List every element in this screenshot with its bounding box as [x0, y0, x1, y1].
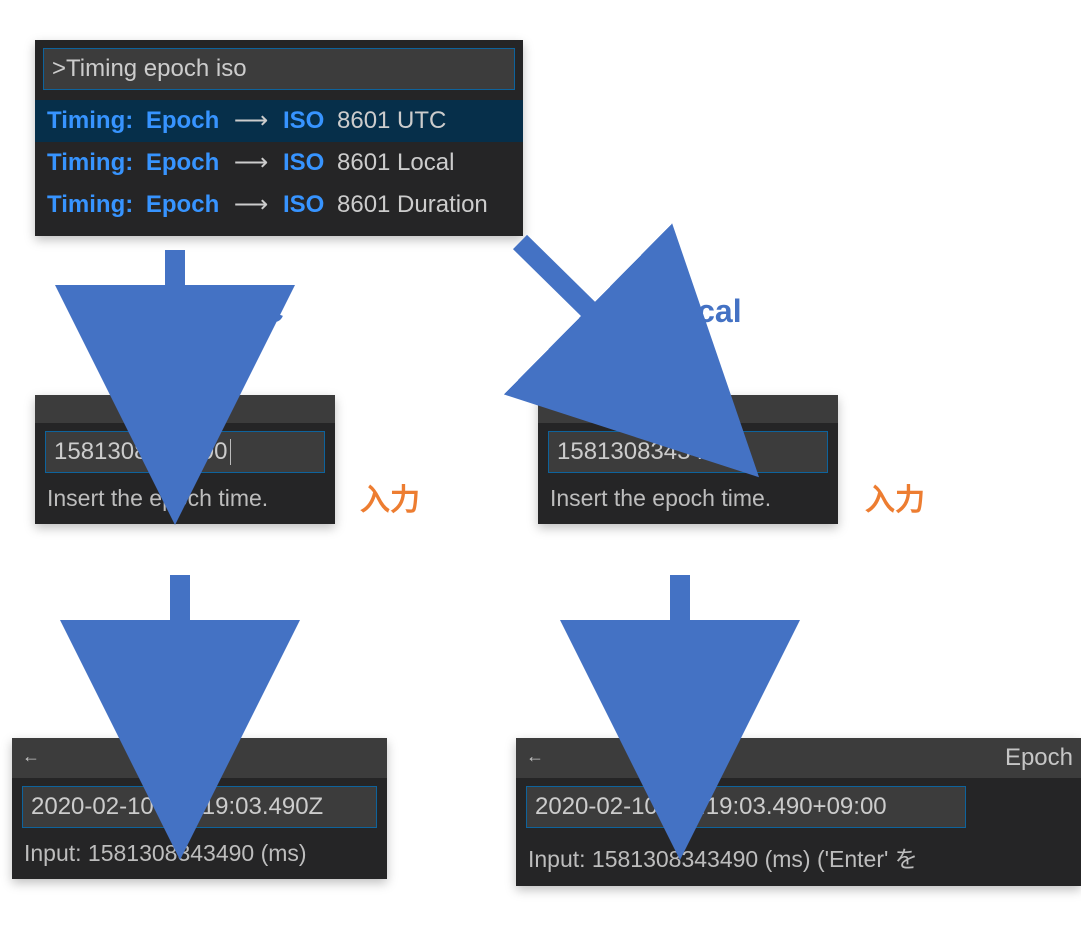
command-palette-suggestions: Timing: Epoch ⟶ ISO 8601 UTC Timing: Epo…: [35, 94, 523, 236]
panel-titlebar: ←: [12, 738, 387, 778]
local-epoch-input-value: 1581308343490: [557, 438, 731, 466]
suggestion-row[interactable]: Timing: Epoch ⟶ ISO 8601 Duration: [35, 184, 523, 226]
utc-result-help: Input: 1581308343490 (ms): [12, 834, 387, 879]
flow-label-utc: UTC: [218, 293, 284, 330]
flow-label-local: Local: [658, 293, 742, 330]
panel-titlebar: [35, 395, 335, 423]
local-epoch-input[interactable]: 1581308343490: [548, 431, 828, 473]
back-icon[interactable]: ←: [516, 738, 554, 767]
local-input-panel: 1581308343490 Insert the epoch time.: [538, 395, 838, 524]
command-palette: >Timing epoch iso Timing: Epoch ⟶ ISO 86…: [35, 40, 523, 236]
local-epoch-input-help: Insert the epoch time.: [538, 479, 838, 524]
annotation-input: 入力: [360, 475, 420, 519]
back-icon[interactable]: ←: [12, 738, 50, 767]
annotation-input: 入力: [865, 475, 925, 519]
local-result-title: Epoch: [1005, 738, 1081, 772]
utc-input-panel: 1581308343490 Insert the epoch time.: [35, 395, 335, 524]
utc-epoch-input[interactable]: 1581308343490: [45, 431, 325, 473]
local-result-help: Input: 1581308343490 (ms) ('Enter' を: [516, 834, 1081, 886]
suggestion-row[interactable]: Timing: Epoch ⟶ ISO 8601 Local: [35, 142, 523, 184]
text-caret-icon: [733, 439, 734, 465]
utc-epoch-input-help: Insert the epoch time.: [35, 479, 335, 524]
local-result-value[interactable]: 2020-02-10T13:19:03.490+09:00: [526, 786, 966, 828]
local-result-panel: ← Epoch 2020-02-10T13:19:03.490+09:00 In…: [516, 738, 1081, 886]
suggestion-row[interactable]: Timing: Epoch ⟶ ISO 8601 UTC: [35, 100, 523, 142]
command-palette-input-value: >Timing epoch iso: [52, 55, 247, 83]
panel-titlebar: [538, 395, 838, 423]
command-palette-input[interactable]: >Timing epoch iso: [43, 48, 515, 90]
utc-epoch-input-value: 1581308343490: [54, 438, 228, 466]
utc-result-value[interactable]: 2020-02-10T04:19:03.490Z: [22, 786, 377, 828]
panel-titlebar: ← Epoch: [516, 738, 1081, 778]
utc-result-panel: ← 2020-02-10T04:19:03.490Z Input: 158130…: [12, 738, 387, 879]
text-caret-icon: [230, 439, 231, 465]
